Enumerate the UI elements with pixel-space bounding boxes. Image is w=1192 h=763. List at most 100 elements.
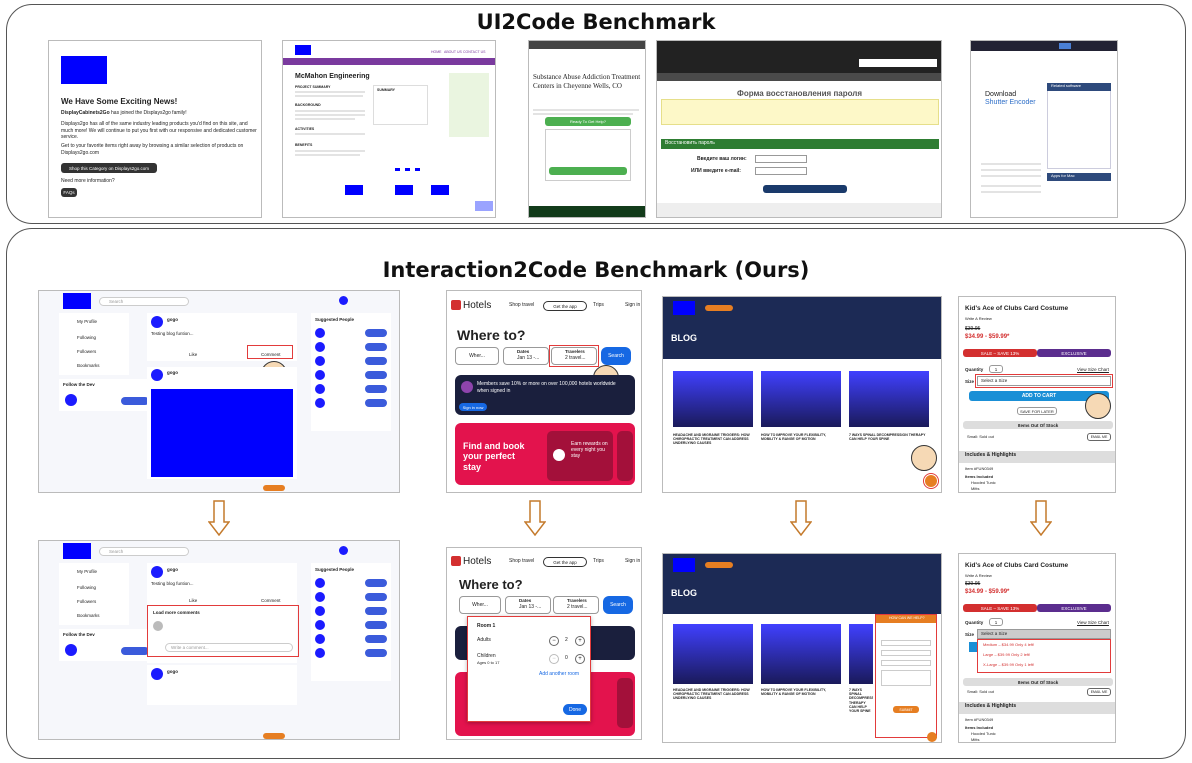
- text-line: [295, 114, 365, 116]
- follow-button[interactable]: [365, 635, 387, 643]
- shop-travel[interactable]: Shop travel: [509, 302, 534, 309]
- quantity-input[interactable]: 1: [989, 618, 1003, 626]
- suggested-row: [311, 633, 391, 646]
- write-review-link[interactable]: Write A Review: [965, 316, 992, 322]
- get-app-button[interactable]: Get the app: [543, 557, 587, 567]
- follow-button[interactable]: [365, 385, 387, 393]
- sign-in-link[interactable]: Sign in: [625, 558, 640, 565]
- write-review-link[interactable]: Write A Review: [965, 573, 992, 579]
- search-button[interactable]: Search: [603, 596, 633, 614]
- destination-field[interactable]: Wher...: [459, 596, 501, 614]
- nav-about[interactable]: ABOUT US: [444, 50, 462, 54]
- chat-button[interactable]: [923, 473, 939, 489]
- form-field[interactable]: [881, 650, 931, 656]
- post-title-2[interactable]: HOW TO IMPROVE YOUR FLEXIBILITY, MOBILIT…: [761, 433, 841, 441]
- like-button[interactable]: Like: [189, 352, 197, 357]
- trips-link[interactable]: Trips: [593, 302, 604, 309]
- get-help-button[interactable]: Ready To Get Help?: [545, 117, 631, 126]
- faq-button[interactable]: FAQs: [61, 188, 77, 197]
- menu-followers[interactable]: Followers: [77, 349, 96, 354]
- size-chart-link[interactable]: View Size Chart: [1077, 620, 1109, 625]
- appointment-button[interactable]: [705, 562, 733, 568]
- menu-following[interactable]: Following: [77, 335, 96, 340]
- sale-badge: SALE – SAVE 13%: [963, 349, 1037, 357]
- post-title-3[interactable]: 7 WAYS SPINAL DECOMPRESSION THERAPY CAN …: [849, 688, 873, 713]
- form-field[interactable]: [881, 640, 931, 646]
- follow-button[interactable]: [365, 593, 387, 601]
- login-input[interactable]: [755, 155, 807, 163]
- quantity-input[interactable]: 1: [989, 365, 1003, 373]
- done-button[interactable]: Done: [563, 704, 587, 715]
- add-room-link[interactable]: Add another room: [539, 671, 579, 678]
- shop-travel[interactable]: Shop travel: [509, 558, 534, 565]
- follow-button[interactable]: [365, 649, 387, 657]
- avatar: [315, 398, 325, 408]
- menu-bookmarks[interactable]: Bookmarks: [77, 363, 100, 368]
- appointment-button[interactable]: [705, 305, 733, 311]
- chat-button[interactable]: [927, 732, 937, 742]
- suggested-title: Suggested People: [315, 317, 355, 322]
- comment-button[interactable]: Comment: [261, 598, 281, 603]
- verify-button[interactable]: [263, 485, 285, 491]
- follow-button[interactable]: [365, 399, 387, 407]
- menu-profile[interactable]: My Profile: [77, 569, 97, 574]
- trips-link[interactable]: Trips: [593, 558, 604, 565]
- section-benefits: BENEFITS: [295, 143, 313, 147]
- post-title-2[interactable]: HOW TO IMPROVE YOUR FLEXIBILITY, MOBILIT…: [761, 688, 841, 696]
- avatar[interactable]: [339, 546, 348, 555]
- email-me-button[interactable]: EMAIL ME: [1087, 688, 1111, 696]
- follow-button[interactable]: [365, 371, 387, 379]
- follow-button[interactable]: [121, 647, 149, 655]
- destination-field[interactable]: Wher...: [455, 347, 499, 365]
- avatar[interactable]: [339, 296, 348, 305]
- shop-category-button[interactable]: Shop this Category on Displays2go.com: [61, 163, 157, 173]
- get-app-button[interactable]: Get the app: [543, 301, 587, 311]
- nav-contact[interactable]: CONTACT US: [463, 50, 485, 54]
- brand-name[interactable]: Hotels: [463, 300, 491, 312]
- menu-bookmarks[interactable]: Bookmarks: [77, 613, 100, 618]
- nav-home[interactable]: HOME: [431, 50, 442, 54]
- size-option-xlarge[interactable]: X-Large – $39.99 Only 1 left!: [983, 662, 1034, 668]
- post-title-1[interactable]: HEADACHE AND MIGRAINE TRIGGERS: HOW CHIR…: [673, 688, 753, 701]
- sign-in-now-button[interactable]: Sign in now: [459, 403, 487, 411]
- menu-following[interactable]: Following: [77, 585, 96, 590]
- restore-button[interactable]: [763, 185, 847, 193]
- email-me-button[interactable]: EMAIL ME: [1087, 433, 1111, 441]
- size-option-medium[interactable]: Medium – $34.99 Only 4 left!: [983, 642, 1034, 648]
- form-field[interactable]: [881, 660, 931, 666]
- brand-name[interactable]: Hotels: [463, 556, 491, 568]
- children-label: Children: [477, 653, 496, 659]
- follow-button[interactable]: [365, 343, 387, 351]
- follow-button[interactable]: [365, 607, 387, 615]
- adults-plus-button[interactable]: +: [575, 636, 585, 646]
- search-button[interactable]: [1059, 43, 1071, 49]
- side-links[interactable]: [449, 73, 489, 137]
- children-plus-button[interactable]: +: [575, 654, 585, 664]
- follow-button[interactable]: [365, 357, 387, 365]
- verify-button[interactable]: [263, 733, 285, 739]
- post-title-3[interactable]: 7 WAYS SPINAL DECOMPRESSION THERAPY CAN …: [849, 433, 929, 441]
- adults-minus-button[interactable]: −: [549, 636, 559, 646]
- like-button[interactable]: Like: [189, 598, 197, 603]
- menu-profile[interactable]: My Profile: [77, 319, 97, 324]
- size-chart-link[interactable]: View Size Chart: [1077, 367, 1109, 372]
- follow-button[interactable]: [121, 397, 149, 405]
- search-field[interactable]: [859, 59, 937, 67]
- ui2code-shot-russian: Форма восстановления пароля Восстановить…: [656, 40, 942, 218]
- save-later-button[interactable]: SAVE FOR LATER: [1017, 407, 1057, 415]
- email-input[interactable]: [755, 167, 807, 175]
- form-submit-button[interactable]: SUBMIT: [893, 706, 919, 713]
- size-option-large[interactable]: Large – $39.99 Only 2 left!: [983, 652, 1030, 658]
- form-submit[interactable]: [549, 167, 627, 175]
- menu-followers[interactable]: Followers: [77, 599, 96, 604]
- sign-in-link[interactable]: Sign in: [625, 302, 640, 309]
- load-more-comments[interactable]: Load more comments: [153, 610, 200, 615]
- form-field[interactable]: [881, 670, 931, 686]
- search-button[interactable]: Search: [601, 347, 631, 365]
- follow-button[interactable]: [365, 621, 387, 629]
- follow-button[interactable]: [365, 329, 387, 337]
- children-minus-button[interactable]: −: [549, 654, 559, 664]
- follow-button[interactable]: [365, 579, 387, 587]
- post-title-1[interactable]: HEADACHE AND MIGRAINE TRIGGERS: HOW CHIR…: [673, 433, 753, 446]
- news-para1: DisplayCabinets2Go has joined the Displa…: [61, 110, 187, 116]
